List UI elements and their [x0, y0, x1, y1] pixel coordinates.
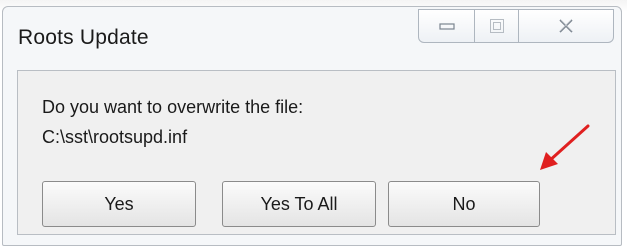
caption-buttons — [418, 9, 614, 43]
minimize-icon — [438, 23, 455, 30]
window-title: Roots Update — [18, 26, 149, 49]
maximize-icon — [489, 19, 504, 33]
dialog-window: Roots Update Do you want to overwrite th… — [2, 6, 622, 246]
minimize-button[interactable] — [418, 9, 475, 43]
close-icon — [559, 19, 573, 33]
message-file-path: C:\sst\rootsupd.inf — [42, 127, 188, 147]
yes-button[interactable]: Yes — [42, 181, 196, 227]
no-button[interactable]: No — [388, 181, 540, 227]
maximize-button[interactable] — [475, 9, 519, 43]
arrow-icon — [540, 124, 590, 170]
message-question: Do you want to overwrite the file: — [42, 97, 304, 117]
close-button[interactable] — [519, 9, 614, 43]
title-bar[interactable]: Roots Update — [3, 7, 621, 59]
dialog-content: Do you want to overwrite the file: C:\ss… — [17, 70, 616, 235]
yes-to-all-button[interactable]: Yes To All — [222, 181, 376, 227]
